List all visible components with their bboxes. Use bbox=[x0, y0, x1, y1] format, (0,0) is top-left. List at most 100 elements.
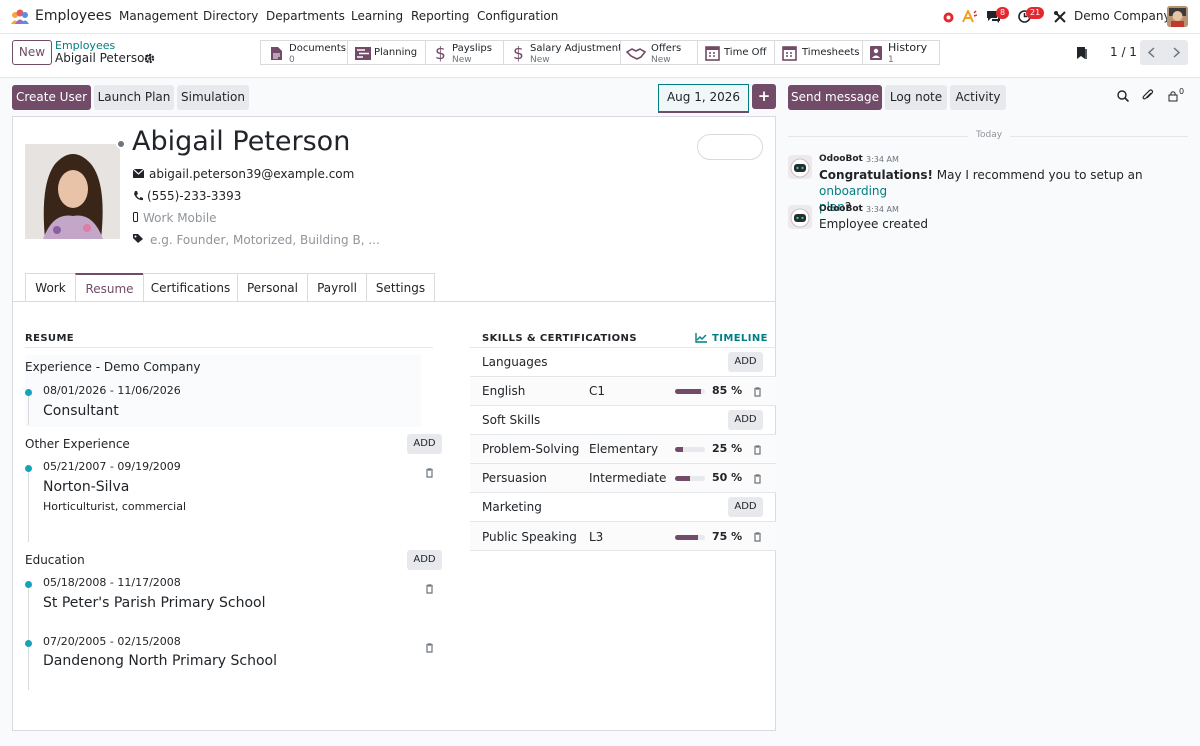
timeline-dot bbox=[25, 389, 32, 396]
user-avatar[interactable] bbox=[1167, 6, 1188, 27]
chevron-left-icon[interactable] bbox=[1147, 47, 1156, 58]
resume-group-title: Other Experience bbox=[25, 437, 130, 451]
followers-icon[interactable] bbox=[1168, 90, 1178, 102]
add-experience-button[interactable]: ADD bbox=[407, 434, 442, 454]
log-note-button[interactable]: Log note bbox=[885, 85, 947, 110]
add-skill-button[interactable]: ADD bbox=[728, 497, 763, 517]
trash-icon[interactable] bbox=[425, 584, 434, 594]
company-switcher[interactable]: Demo Company bbox=[1074, 9, 1171, 23]
resume-divider bbox=[25, 347, 433, 348]
menu-departments[interactable]: Departments bbox=[266, 9, 345, 23]
resume-dates: 07/20/2005 - 02/15/2008 bbox=[43, 635, 181, 648]
timeline-button[interactable]: TIMELINE bbox=[712, 333, 768, 344]
tab-certifications[interactable]: Certifications bbox=[143, 273, 238, 302]
payslips-button[interactable]: $ Payslips New bbox=[425, 40, 504, 65]
app-icon[interactable] bbox=[10, 9, 30, 25]
presence-status-dot bbox=[116, 139, 126, 149]
add-skill-button[interactable]: ADD bbox=[728, 352, 763, 372]
menu-management[interactable]: Management bbox=[119, 9, 198, 23]
add-education-button[interactable]: ADD bbox=[407, 550, 442, 570]
resume-entry-title[interactable]: Dandenong North Primary School bbox=[43, 653, 277, 669]
trash-icon[interactable] bbox=[753, 445, 762, 455]
simulation-button[interactable]: Simulation bbox=[177, 85, 249, 110]
trash-icon[interactable] bbox=[753, 532, 762, 542]
skill-level: C1 bbox=[589, 384, 606, 398]
tabs-divider bbox=[13, 301, 775, 302]
menu-directory[interactable]: Directory bbox=[203, 9, 258, 23]
timesheets-button[interactable]: Timesheets bbox=[774, 40, 863, 65]
planning-button[interactable]: Planning bbox=[347, 40, 426, 65]
tags-field[interactable]: e.g. Founder, Motorized, Building B, ... bbox=[150, 233, 380, 247]
search-icon[interactable] bbox=[1117, 90, 1129, 102]
skill-level: Intermediate bbox=[589, 471, 667, 485]
tab-settings[interactable]: Settings bbox=[366, 273, 435, 302]
salary-adjustment-button[interactable]: $ Salary Adjustment New bbox=[503, 40, 622, 65]
gear-icon[interactable] bbox=[144, 53, 155, 64]
employee-name[interactable]: Abigail Peterson bbox=[132, 126, 350, 157]
message-time: 3:34 AM bbox=[866, 155, 899, 164]
onboarding-plan-link[interactable]: onboarding bbox=[819, 184, 887, 198]
resume-dates: 05/21/2007 - 09/19/2009 bbox=[43, 460, 181, 473]
ai-icon[interactable] bbox=[962, 10, 977, 23]
skill-name: Public Speaking bbox=[482, 530, 577, 544]
trash-icon[interactable] bbox=[753, 474, 762, 484]
timeline-dot bbox=[25, 640, 32, 647]
skill-percent: 50 % bbox=[712, 471, 743, 484]
employee-photo[interactable] bbox=[25, 144, 120, 239]
resume-title: RESUME bbox=[25, 333, 75, 344]
send-message-button[interactable]: Send message bbox=[788, 85, 882, 110]
resume-entry-title[interactable]: Norton-Silva bbox=[43, 479, 129, 495]
timeline-chart-icon[interactable] bbox=[695, 333, 707, 343]
skill-progress-bar bbox=[675, 535, 705, 540]
skill-percent: 75 % bbox=[712, 530, 743, 543]
time-off-button[interactable]: Time Off bbox=[697, 40, 775, 65]
resume-group-title: Experience - Demo Company bbox=[25, 360, 201, 374]
trash-icon[interactable] bbox=[425, 468, 434, 478]
calendar-icon bbox=[782, 46, 797, 61]
recording-icon[interactable] bbox=[943, 12, 954, 23]
settings-tools-icon[interactable] bbox=[1053, 10, 1067, 24]
odoobot-avatar[interactable] bbox=[788, 155, 812, 179]
menu-reporting[interactable]: Reporting bbox=[411, 9, 469, 23]
odoobot-avatar[interactable] bbox=[788, 205, 812, 229]
resume-entry-title[interactable]: St Peter's Parish Primary School bbox=[43, 595, 266, 611]
offers-button[interactable]: Offers New bbox=[620, 40, 698, 65]
tab-personal[interactable]: Personal bbox=[237, 273, 308, 302]
tab-payroll[interactable]: Payroll bbox=[307, 273, 367, 302]
documents-button[interactable]: Documents 0 bbox=[260, 40, 348, 65]
skill-name: Persuasion bbox=[482, 471, 547, 485]
app-title[interactable]: Employees bbox=[35, 8, 112, 24]
bookmark-icon[interactable] bbox=[1076, 46, 1088, 60]
pager-nav bbox=[1140, 40, 1188, 65]
dollar-icon: $ bbox=[435, 45, 445, 62]
create-user-button[interactable]: Create User bbox=[12, 85, 91, 110]
menu-configuration[interactable]: Configuration bbox=[477, 9, 558, 23]
history-icon bbox=[870, 46, 882, 60]
tab-resume[interactable]: Resume bbox=[75, 273, 144, 302]
date-separator: Today bbox=[968, 130, 1011, 140]
launch-plan-button[interactable]: Launch Plan bbox=[94, 85, 174, 110]
history-button[interactable]: History 1 bbox=[862, 40, 940, 65]
paperclip-icon[interactable] bbox=[1142, 89, 1154, 102]
activity-button[interactable]: Activity bbox=[950, 85, 1006, 110]
trash-icon[interactable] bbox=[753, 387, 762, 397]
add-skill-button[interactable]: ADD bbox=[728, 410, 763, 430]
phone-field[interactable]: (555)-233-3393 bbox=[147, 189, 241, 203]
skill-progress-bar bbox=[675, 447, 705, 452]
trash-icon[interactable] bbox=[425, 643, 434, 653]
resume-entry-title[interactable]: Consultant bbox=[43, 403, 119, 419]
work-mobile-field[interactable]: Work Mobile bbox=[143, 211, 217, 225]
add-date-button[interactable]: + bbox=[752, 84, 776, 109]
timeline-line bbox=[28, 470, 29, 542]
resume-dates: 05/18/2008 - 11/17/2008 bbox=[43, 576, 181, 589]
tab-work[interactable]: Work bbox=[25, 273, 76, 302]
status-toggle[interactable] bbox=[697, 134, 763, 160]
message-author[interactable]: OdooBot bbox=[819, 154, 863, 164]
email-field[interactable]: abigail.peterson39@example.com bbox=[149, 167, 354, 181]
new-button[interactable]: New bbox=[12, 40, 52, 65]
date-field[interactable]: Aug 1, 2026 bbox=[658, 84, 749, 113]
chevron-right-icon[interactable] bbox=[1172, 47, 1181, 58]
menu-learning[interactable]: Learning bbox=[351, 9, 403, 23]
pager-value[interactable]: 1 / 1 bbox=[1110, 45, 1137, 59]
message-author[interactable]: OdooBot bbox=[819, 204, 863, 214]
